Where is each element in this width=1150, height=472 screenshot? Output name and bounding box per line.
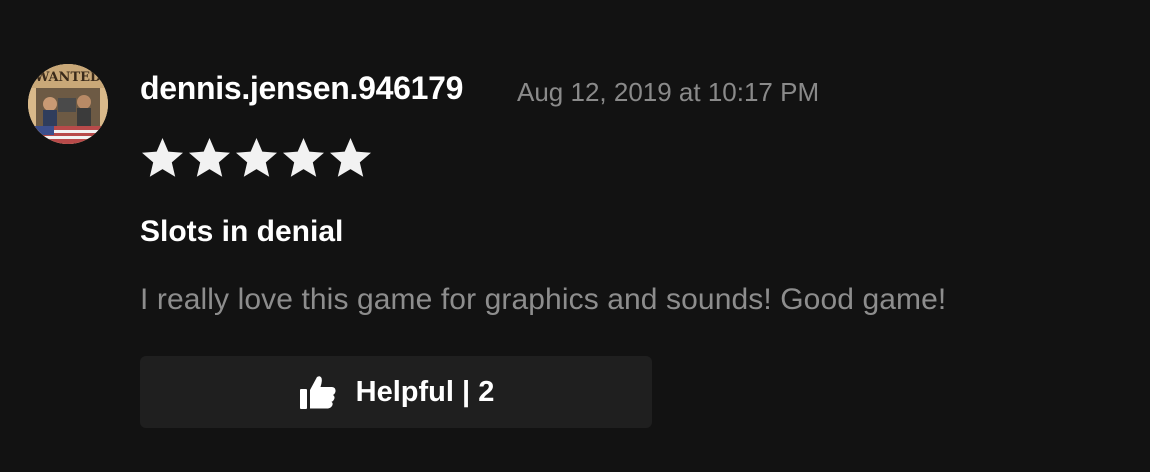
thumbs-up-icon	[298, 372, 338, 412]
review-title: Slots in denial	[140, 215, 344, 248]
helpful-count: 2	[478, 375, 495, 408]
review-date: Aug 12, 2019 at 10:17 PM	[517, 77, 820, 107]
avatar-image: WANTED	[28, 64, 108, 144]
helpful-button[interactable]: Helpful | 2	[140, 356, 652, 428]
review-card: WANTED dennis.jensen.946179 Aug 12, 2019…	[0, 0, 1150, 472]
star-icon	[140, 136, 185, 180]
avatar[interactable]: WANTED	[28, 64, 108, 144]
star-icon	[234, 136, 279, 180]
helpful-text: Helpful	[355, 375, 454, 408]
svg-text:WANTED: WANTED	[34, 70, 102, 85]
helpful-label: Helpful | 2	[356, 376, 495, 409]
username[interactable]: dennis.jensen.946179	[140, 70, 463, 107]
star-icon	[187, 136, 232, 180]
star-icon	[328, 136, 373, 180]
star-rating	[140, 136, 373, 180]
star-icon	[281, 136, 326, 180]
review-body: I really love this game for graphics and…	[140, 283, 947, 316]
helpful-separator: |	[462, 375, 471, 408]
